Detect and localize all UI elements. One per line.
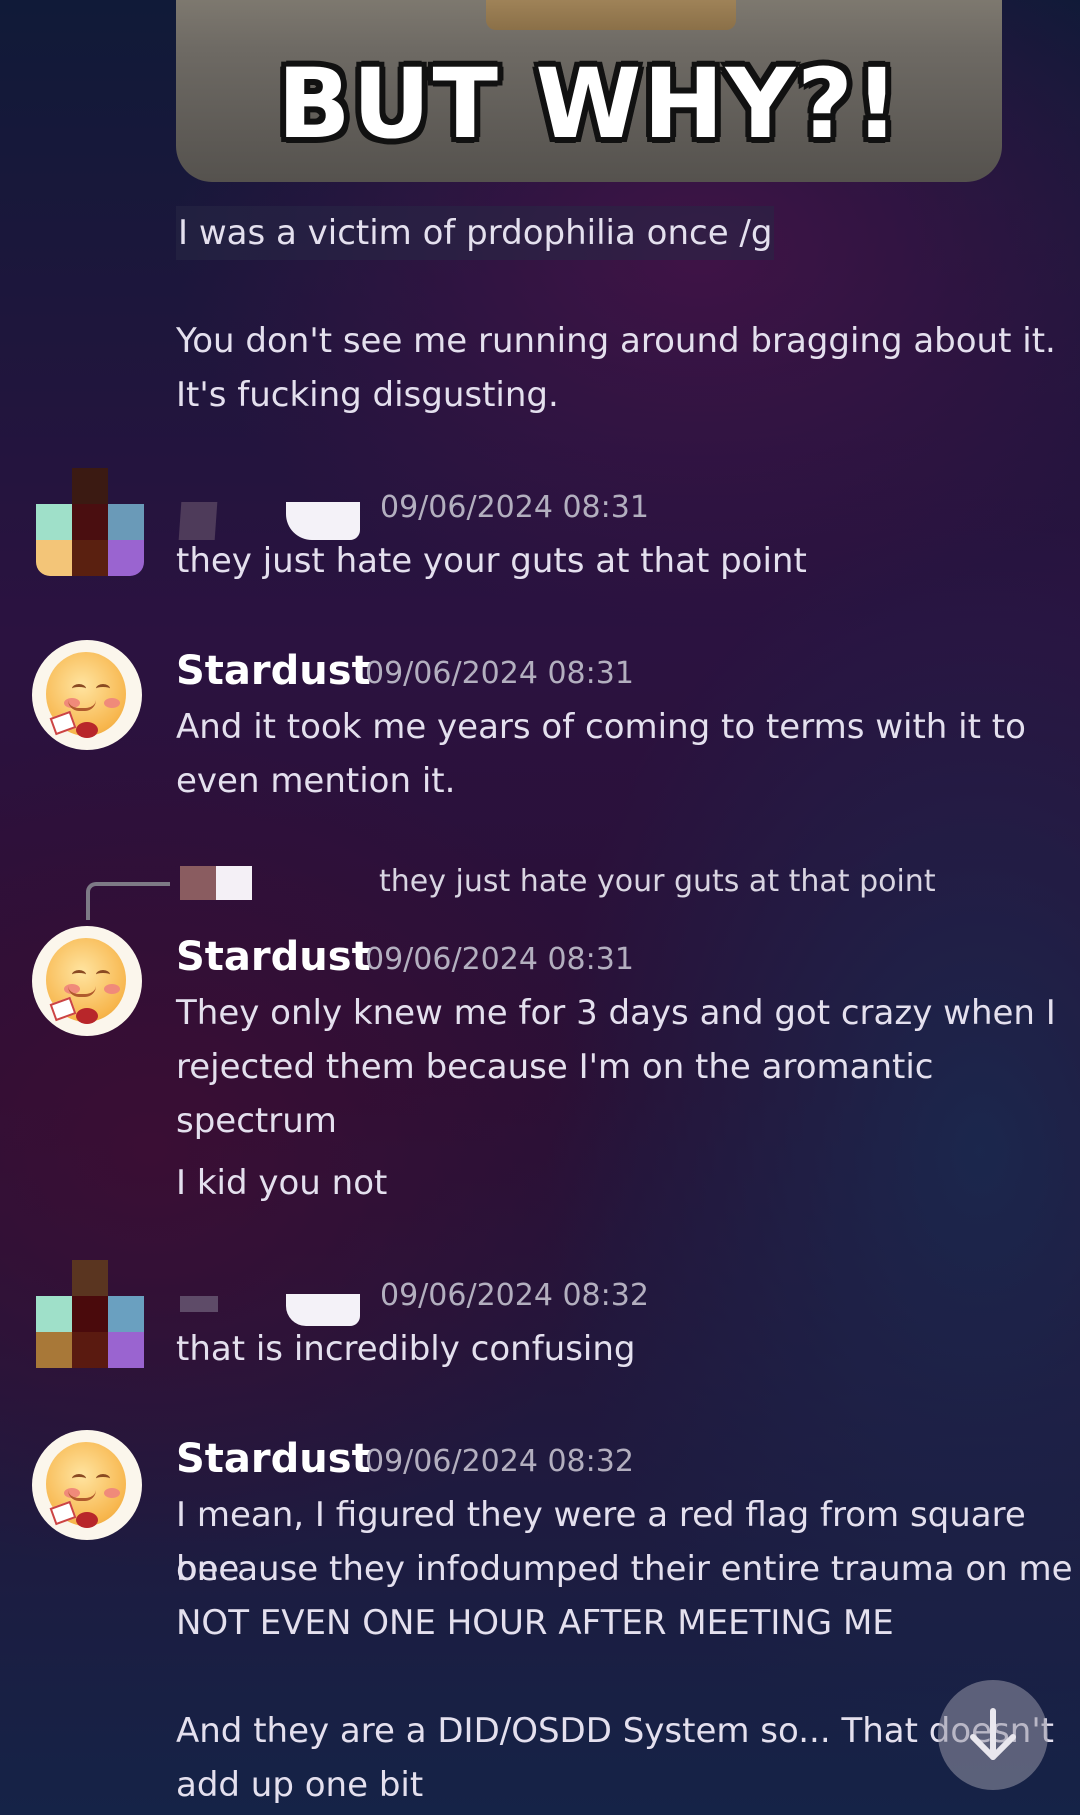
avatar-pixelated[interactable] bbox=[36, 468, 144, 576]
message-line: even mention it. bbox=[176, 761, 456, 801]
author-name[interactable]: Stardust bbox=[176, 648, 371, 694]
message-line: And it took me years of coming to terms … bbox=[176, 707, 1026, 747]
message-line: because they infodumped their entire tra… bbox=[176, 1549, 1073, 1589]
author-name[interactable]: Stardust bbox=[176, 934, 371, 980]
message-line: They only knew me for 3 days and got cra… bbox=[176, 993, 1056, 1033]
message-line: I kid you not bbox=[176, 1163, 388, 1203]
message-text: they just hate your guts at that point bbox=[176, 541, 807, 581]
arrow-down-icon bbox=[970, 1708, 1016, 1760]
reply-connector bbox=[86, 882, 170, 920]
attachment-caption: BUT WHY?! bbox=[277, 48, 901, 160]
redacted-reply-avatar bbox=[180, 866, 216, 900]
timestamp: 09/06/2024 08:32 bbox=[380, 1278, 649, 1313]
redacted-username bbox=[180, 1296, 218, 1312]
message-text: that is incredibly confusing bbox=[176, 1329, 636, 1369]
image-attachment[interactable]: BUT WHY?! bbox=[176, 0, 1002, 182]
timestamp: 09/06/2024 08:32 bbox=[365, 1444, 634, 1479]
message-highlighted-line: I was a victim of prdophilia once /g bbox=[176, 206, 775, 260]
redacted-reply-avatar bbox=[216, 866, 252, 900]
author-name[interactable]: Stardust bbox=[176, 1436, 371, 1482]
avatar-stardust[interactable] bbox=[32, 1430, 142, 1540]
timestamp: 09/06/2024 08:31 bbox=[365, 656, 634, 691]
avatar-stardust[interactable] bbox=[32, 926, 142, 1036]
message-line: It's fucking disgusting. bbox=[176, 375, 559, 415]
attachment-box-graphic bbox=[486, 0, 736, 30]
message-line: And they are a DID/OSDD System so... Tha… bbox=[176, 1711, 1054, 1751]
message-line: You don't see me running around bragging… bbox=[176, 321, 1056, 361]
jump-to-bottom-button[interactable] bbox=[938, 1680, 1048, 1790]
message-line: rejected them because I'm on the aromant… bbox=[176, 1047, 934, 1087]
message-line: spectrum bbox=[176, 1101, 337, 1141]
avatar-stardust[interactable] bbox=[32, 640, 142, 750]
message-line: NOT EVEN ONE HOUR AFTER MEETING ME bbox=[176, 1603, 894, 1643]
timestamp: 09/06/2024 08:31 bbox=[380, 490, 649, 525]
reply-quoted-text[interactable]: they just hate your guts at that point bbox=[379, 864, 936, 899]
message-line: add up one bit bbox=[176, 1765, 424, 1805]
timestamp: 09/06/2024 08:31 bbox=[365, 942, 634, 977]
avatar-pixelated[interactable] bbox=[36, 1260, 144, 1368]
